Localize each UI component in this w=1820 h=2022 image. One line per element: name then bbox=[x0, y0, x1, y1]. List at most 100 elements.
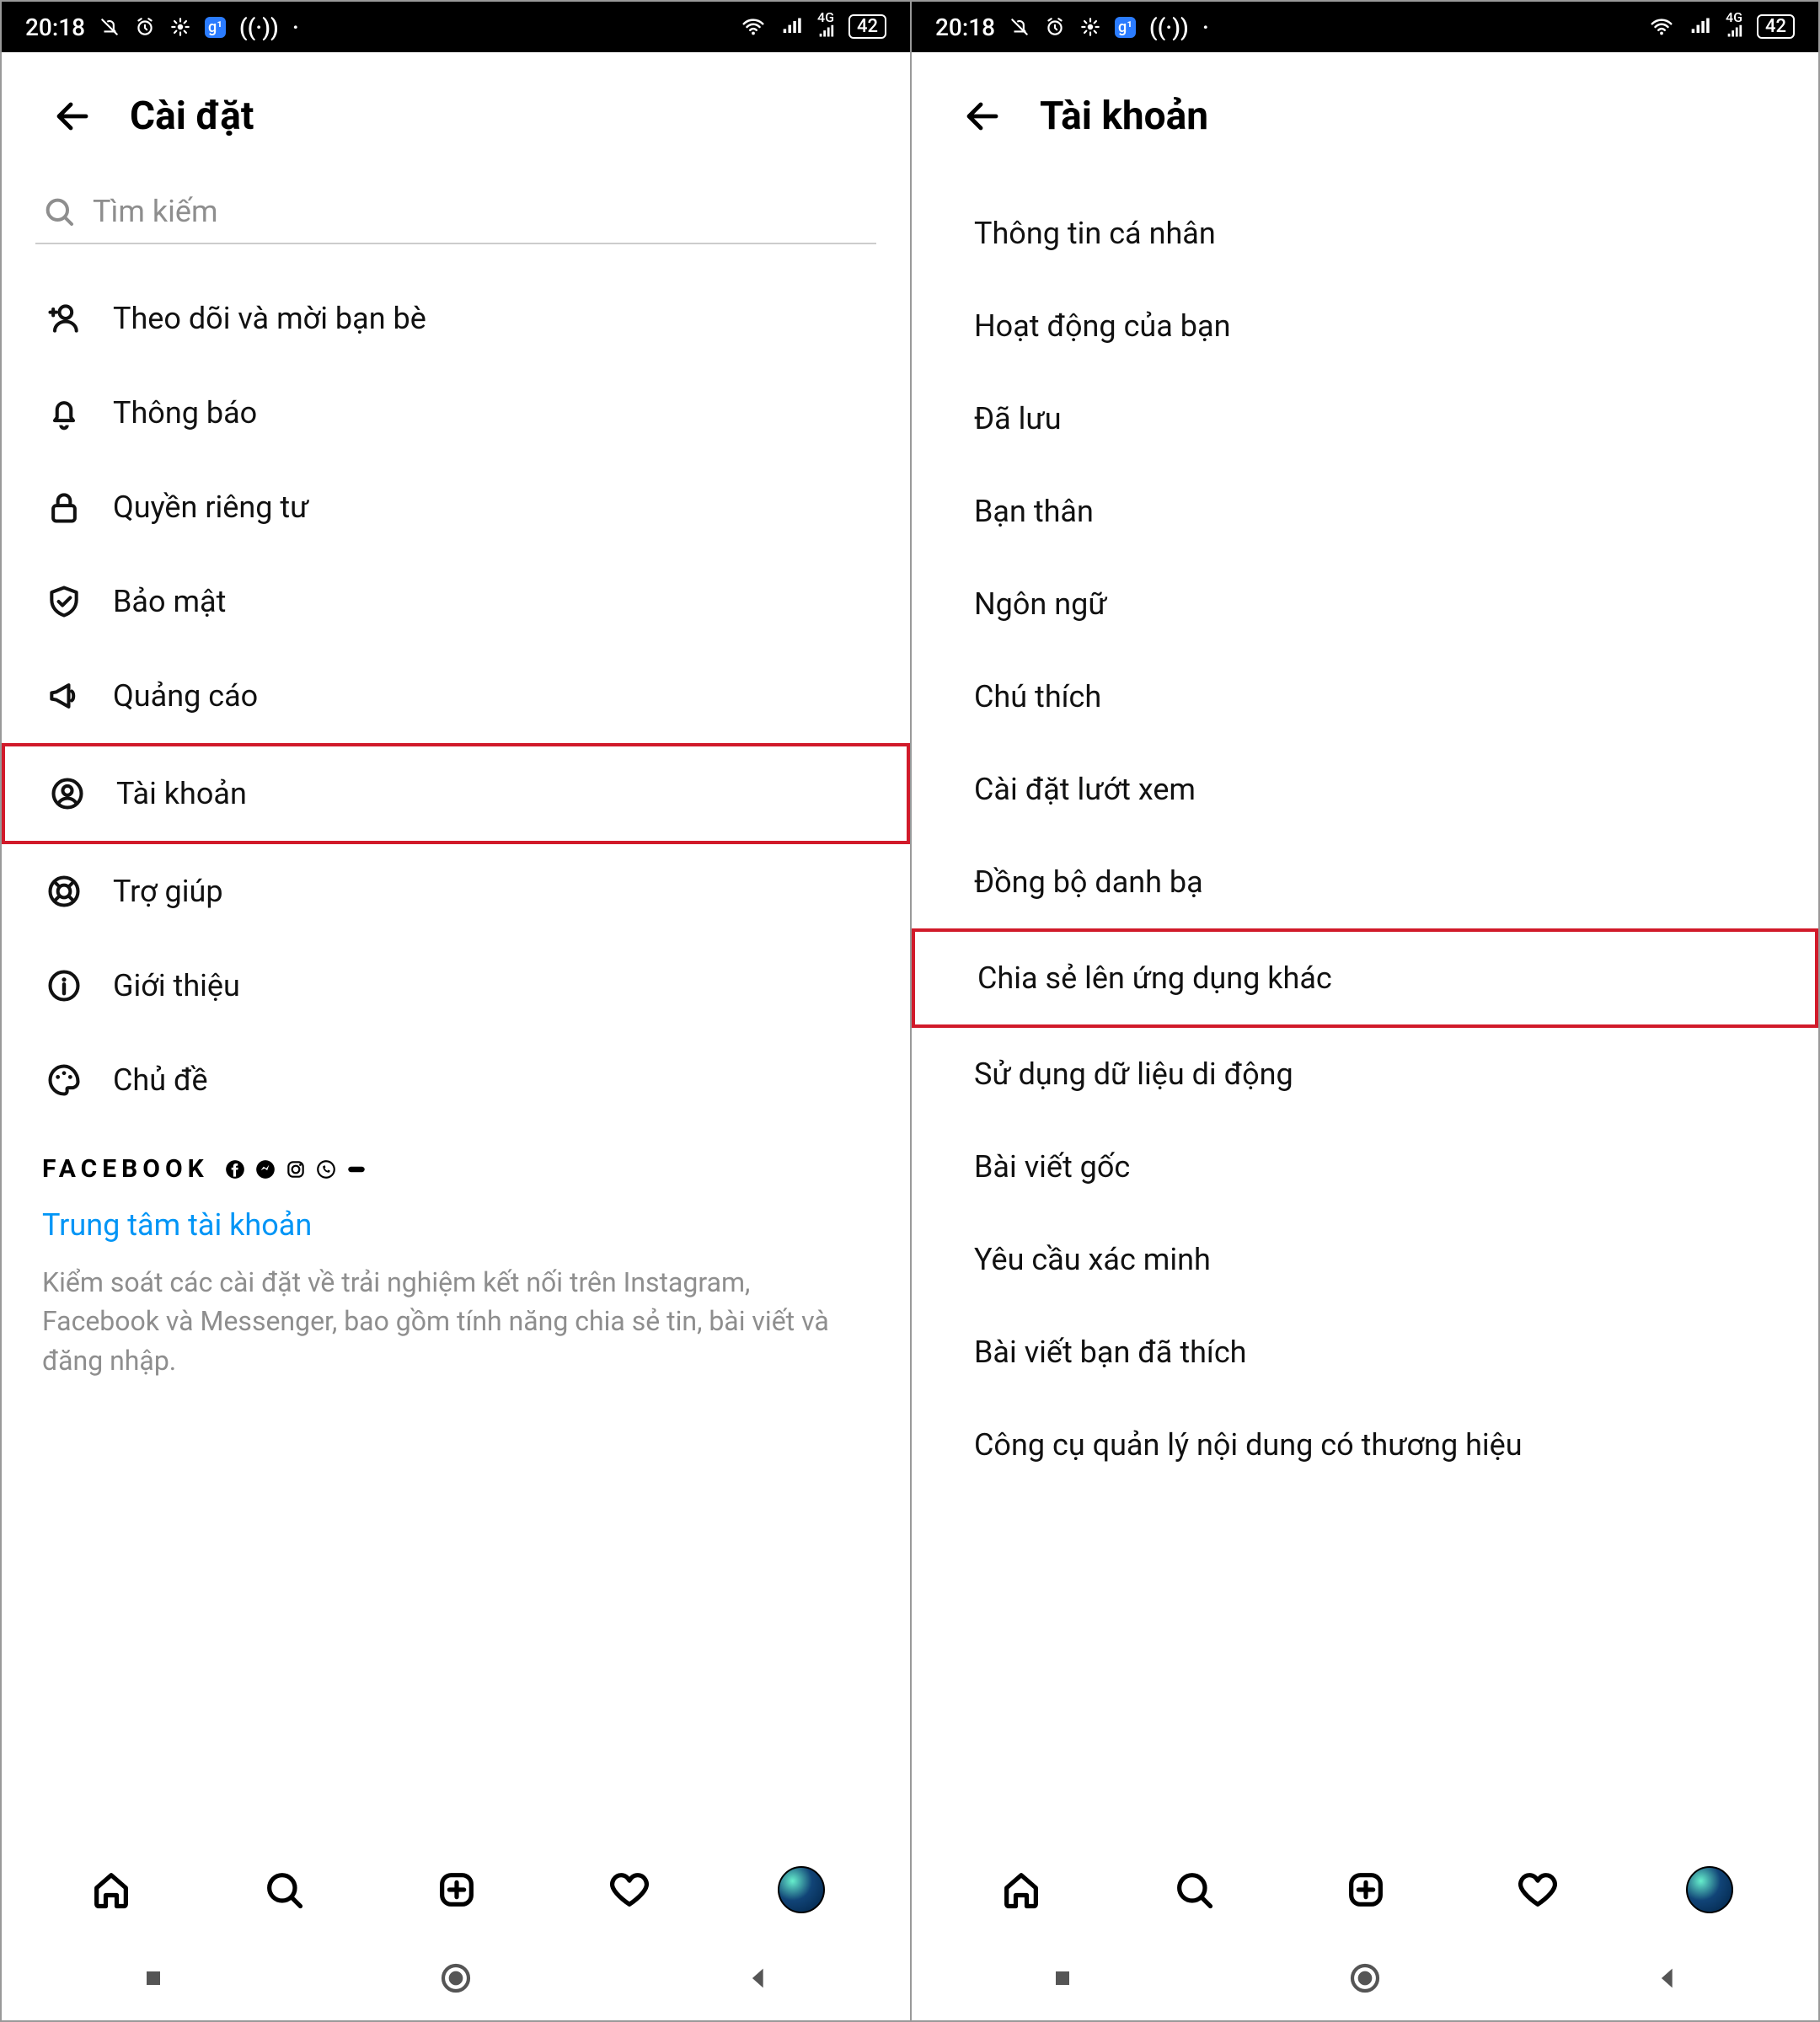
softkey-back[interactable] bbox=[1648, 1959, 1687, 1998]
page-title: Cài đặt bbox=[130, 94, 254, 139]
softkey-home[interactable] bbox=[1346, 1959, 1384, 1998]
back-button[interactable] bbox=[959, 93, 1006, 140]
app-badge-icon: g¹ bbox=[205, 17, 226, 38]
nav-search[interactable] bbox=[260, 1865, 308, 1914]
account-item[interactable]: Thông tin cá nhân bbox=[912, 187, 1818, 280]
account-item-label: Đồng bộ danh bạ bbox=[974, 864, 1203, 900]
account-item[interactable]: Chú thích bbox=[912, 650, 1818, 743]
user-plus-icon bbox=[42, 297, 86, 340]
search-field[interactable]: Tìm kiếm bbox=[35, 180, 876, 244]
account-item[interactable]: Đã lưu bbox=[912, 372, 1818, 465]
settings-item-label: Thông báo bbox=[113, 395, 257, 431]
status-time: 20:18 bbox=[25, 13, 85, 41]
nav-create[interactable] bbox=[1341, 1865, 1390, 1914]
account-list: Thông tin cá nhân Hoạt động của bạn Đã lưu… bbox=[912, 180, 1818, 1498]
android-softkeys bbox=[912, 1936, 1818, 2020]
info-icon bbox=[42, 964, 86, 1008]
account-item-label: Bài viết bạn đã thích bbox=[974, 1335, 1247, 1370]
settings-item-lifebuoy[interactable]: Trợ giúp bbox=[2, 844, 910, 939]
settings-item-label: Theo dõi và mời bạn bè bbox=[113, 301, 426, 336]
gear-icon bbox=[1079, 16, 1101, 38]
account-item-label: Thông tin cá nhân bbox=[974, 216, 1216, 251]
status-bar: 20:18 g¹ ((·)) · 4G 42 bbox=[912, 2, 1818, 52]
softkey-back[interactable] bbox=[739, 1959, 778, 1998]
screen-settings: 20:18 g¹ ((·)) · 4G 42 Cài đặt Tìm kiếm … bbox=[2, 2, 910, 2020]
nav-home[interactable] bbox=[87, 1865, 136, 1914]
mute-icon bbox=[99, 16, 120, 38]
nav-home[interactable] bbox=[997, 1865, 1046, 1914]
account-item[interactable]: Hoạt động của bạn bbox=[912, 280, 1818, 372]
settings-item-bell[interactable]: Thông báo bbox=[2, 366, 910, 460]
settings-item-shield[interactable]: Bảo mật bbox=[2, 554, 910, 649]
account-item-label: Bạn thân bbox=[974, 494, 1094, 529]
status-time: 20:18 bbox=[935, 13, 995, 41]
account-item[interactable]: Bài viết gốc bbox=[912, 1121, 1818, 1213]
android-softkeys bbox=[2, 1936, 910, 2020]
app-badge-icon: g¹ bbox=[1115, 17, 1136, 38]
account-item-label: Bài viết gốc bbox=[974, 1149, 1130, 1185]
battery-icon: 42 bbox=[1757, 14, 1795, 39]
palette-icon bbox=[42, 1058, 86, 1102]
nav-activity[interactable] bbox=[605, 1865, 654, 1914]
status-dot: · bbox=[292, 13, 299, 41]
settings-item-label: Quảng cáo bbox=[113, 678, 258, 714]
account-item[interactable]: Sử dụng dữ liệu di động bbox=[912, 1028, 1818, 1121]
gear-icon bbox=[169, 16, 191, 38]
settings-item-palette[interactable]: Chủ đề bbox=[2, 1033, 910, 1127]
facebook-icon bbox=[224, 1158, 246, 1180]
settings-item-user-circle[interactable]: Tài khoản bbox=[2, 743, 910, 844]
account-item[interactable]: Chia sẻ lên ứng dụng khác bbox=[912, 928, 1818, 1028]
oculus-icon bbox=[345, 1158, 367, 1180]
account-item[interactable]: Bài viết bạn đã thích bbox=[912, 1306, 1818, 1399]
nav-activity[interactable] bbox=[1513, 1865, 1562, 1914]
nav-profile-avatar[interactable] bbox=[1686, 1866, 1733, 1913]
nav-profile-avatar[interactable] bbox=[778, 1866, 825, 1913]
status-dot: · bbox=[1202, 13, 1209, 41]
settings-item-user-plus[interactable]: Theo dõi và mời bạn bè bbox=[2, 271, 910, 366]
megaphone-icon bbox=[42, 674, 86, 718]
account-item-label: Ngôn ngữ bbox=[974, 586, 1107, 622]
facebook-heading: FACEBOOK bbox=[42, 1154, 209, 1184]
account-item[interactable]: Ngôn ngữ bbox=[912, 558, 1818, 650]
wifi-icon bbox=[1649, 14, 1674, 40]
lock-icon bbox=[42, 485, 86, 529]
alarm-icon bbox=[134, 16, 156, 38]
accounts-center-desc: Kiểm soát các cài đặt về trải nghiệm kết… bbox=[42, 1263, 870, 1380]
account-item-label: Sử dụng dữ liệu di động bbox=[974, 1056, 1293, 1092]
mute-icon bbox=[1009, 16, 1030, 38]
account-item-label: Yêu cầu xác minh bbox=[974, 1242, 1211, 1277]
account-item[interactable]: Công cụ quản lý nội dung có thương hiệu bbox=[912, 1399, 1818, 1491]
status-bar: 20:18 g¹ ((·)) · 4G 42 bbox=[2, 2, 910, 52]
settings-item-info[interactable]: Giới thiệu bbox=[2, 939, 910, 1033]
settings-item-megaphone[interactable]: Quảng cáo bbox=[2, 649, 910, 743]
settings-item-label: Tài khoản bbox=[116, 776, 247, 811]
messenger-icon bbox=[254, 1158, 276, 1180]
nav-search[interactable] bbox=[1170, 1865, 1218, 1914]
whatsapp-icon bbox=[315, 1158, 337, 1180]
settings-list: Theo dõi và mời bạn bè Thông báo Quyền riê… bbox=[2, 265, 910, 1134]
account-item[interactable]: Yêu cầu xác minh bbox=[912, 1213, 1818, 1306]
settings-item-label: Quyền riêng tư bbox=[113, 489, 308, 525]
lifebuoy-icon bbox=[42, 869, 86, 913]
hotspot-icon: ((·)) bbox=[1149, 13, 1189, 41]
settings-item-label: Giới thiệu bbox=[113, 968, 240, 1003]
facebook-section: FACEBOOK Trung tâm tài khoản Kiểm soát c… bbox=[2, 1134, 910, 1414]
header: Cài đặt bbox=[2, 52, 910, 180]
account-item[interactable]: Đồng bộ danh bạ bbox=[912, 836, 1818, 928]
shield-icon bbox=[42, 580, 86, 623]
account-item-label: Hoạt động của bạn bbox=[974, 308, 1230, 344]
accounts-center-link[interactable]: Trung tâm tài khoản bbox=[42, 1207, 870, 1243]
nav-create[interactable] bbox=[432, 1865, 481, 1914]
alarm-icon bbox=[1044, 16, 1066, 38]
settings-item-label: Trợ giúp bbox=[113, 874, 223, 909]
signal-icon bbox=[1688, 15, 1711, 39]
back-button[interactable] bbox=[49, 93, 96, 140]
screen-account: 20:18 g¹ ((·)) · 4G 42 Tài khoản Thông t… bbox=[910, 2, 1818, 2020]
account-item-label: Chú thích bbox=[974, 679, 1101, 714]
account-item[interactable]: Bạn thân bbox=[912, 465, 1818, 558]
settings-item-lock[interactable]: Quyền riêng tư bbox=[2, 460, 910, 554]
softkey-recent[interactable] bbox=[1043, 1959, 1082, 1998]
softkey-home[interactable] bbox=[436, 1959, 475, 1998]
account-item[interactable]: Cài đặt lướt xem bbox=[912, 743, 1818, 836]
softkey-recent[interactable] bbox=[134, 1959, 173, 1998]
